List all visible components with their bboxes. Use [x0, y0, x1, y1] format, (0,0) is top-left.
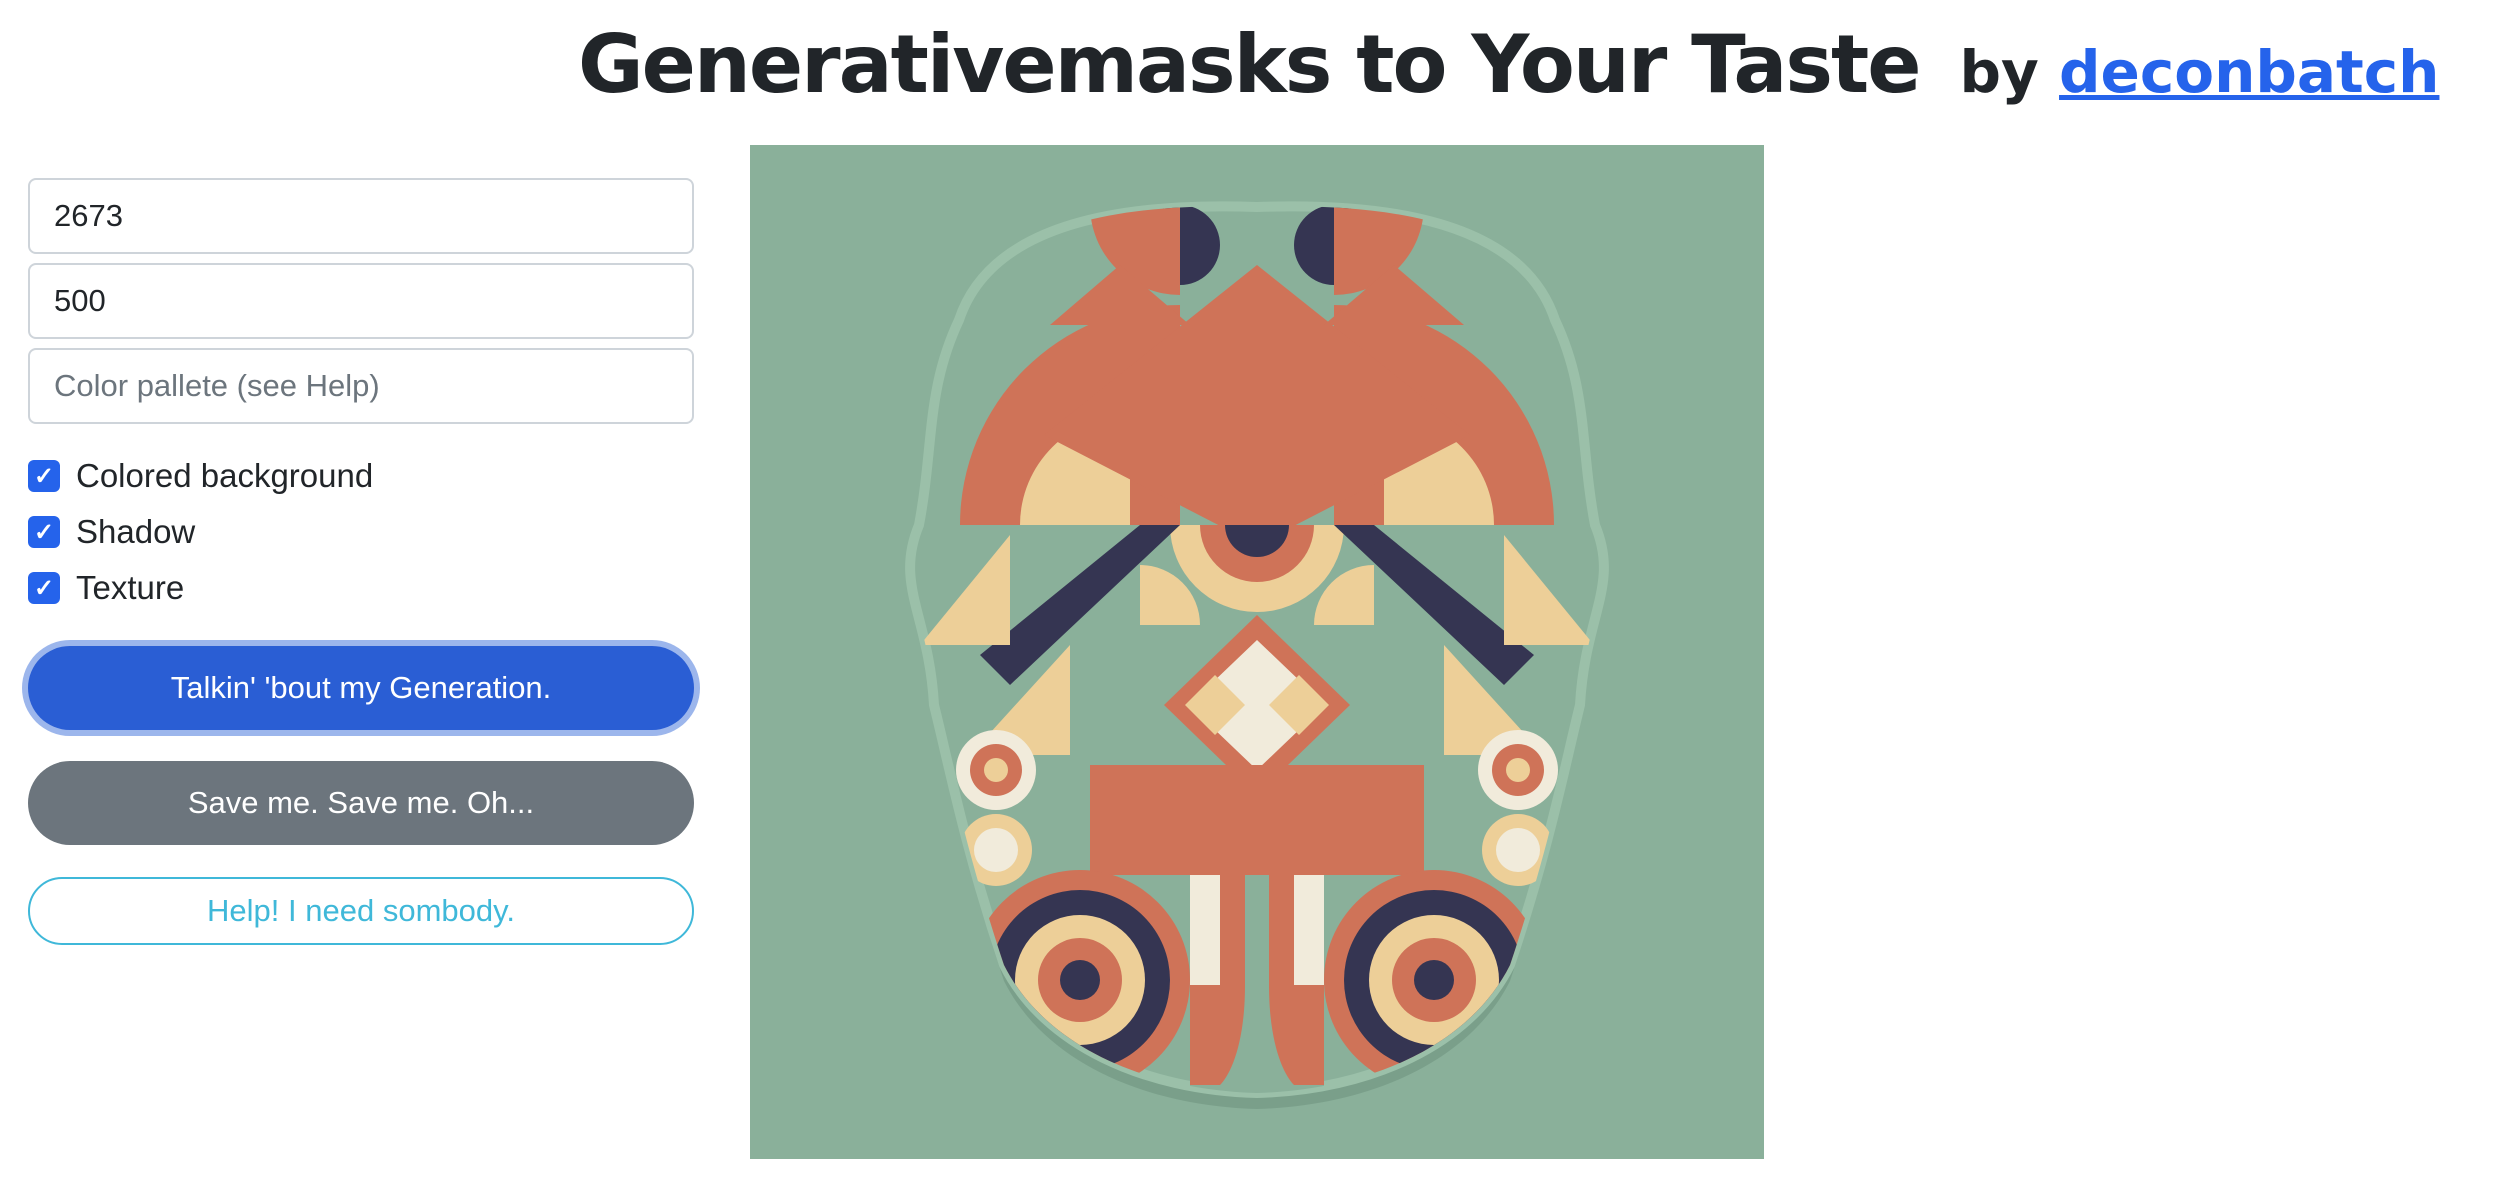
- byline: by deconbatch: [1960, 38, 2440, 106]
- lower-coral-block: [1090, 765, 1424, 875]
- option-label: Shadow: [76, 513, 196, 550]
- checkbox-checked-icon[interactable]: ✓: [28, 516, 60, 548]
- checkbox-checked-icon[interactable]: ✓: [28, 572, 60, 604]
- by-label: by: [1959, 38, 2039, 106]
- generate-button[interactable]: Talkin' 'bout my Generation.: [28, 646, 694, 730]
- fang-cream-left: [1190, 875, 1220, 985]
- shadow-option[interactable]: ✓ Shadow: [28, 504, 694, 560]
- option-label: Colored background: [76, 457, 374, 494]
- page-header: Generativemasks to Your Taste by deconba…: [578, 18, 2439, 128]
- palette-input[interactable]: [28, 348, 694, 424]
- options-group: ✓ Colored background ✓ Shadow ✓ Texture: [28, 448, 694, 616]
- checkbox-checked-icon[interactable]: ✓: [28, 460, 60, 492]
- texture-option[interactable]: ✓ Texture: [28, 560, 694, 616]
- mask-canvas: [750, 145, 1764, 1159]
- mask-artwork: [905, 201, 1609, 1110]
- colored-background-option[interactable]: ✓ Colored background: [28, 448, 694, 504]
- save-button[interactable]: Save me. Save me. Oh...: [28, 761, 694, 845]
- page-title: Generativemasks to Your Taste: [578, 18, 1921, 111]
- author-link[interactable]: deconbatch: [2059, 38, 2439, 106]
- option-label: Texture: [76, 569, 185, 606]
- seed-input[interactable]: [28, 178, 694, 254]
- fang-cream-right: [1294, 875, 1324, 985]
- control-panel: ✓ Colored background ✓ Shadow ✓ Texture …: [28, 178, 694, 945]
- size-input[interactable]: [28, 263, 694, 339]
- help-button[interactable]: Help! I need sombody.: [28, 877, 694, 945]
